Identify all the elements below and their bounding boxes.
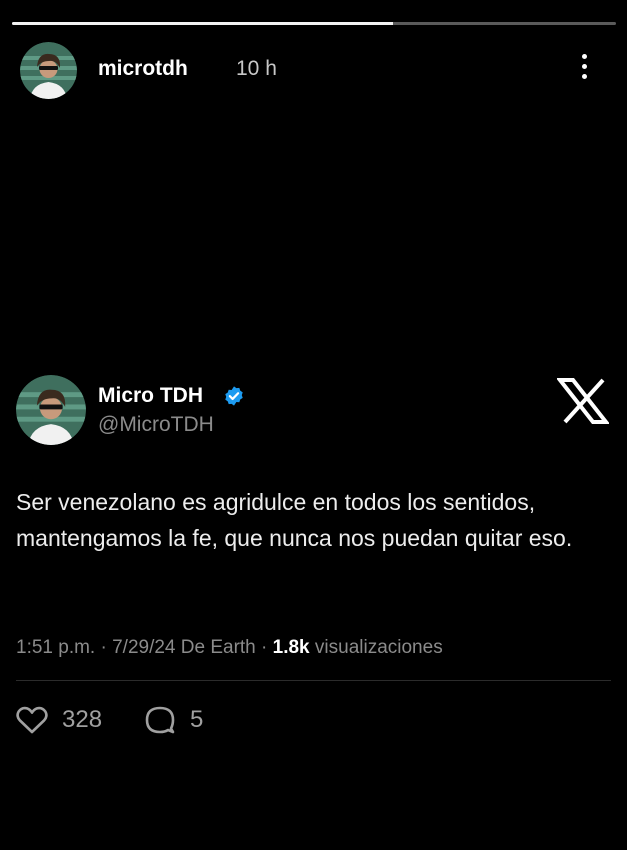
- tweet-views-label: visualizaciones: [309, 637, 443, 658]
- heart-icon: [16, 706, 48, 734]
- tweet-timestamp: 1:51 p.m. · 7/29/24 De Earth ·: [16, 637, 273, 658]
- comment-icon: [145, 706, 175, 734]
- tweet-meta: 1:51 p.m. · 7/29/24 De Earth · 1.8k visu…: [16, 637, 443, 659]
- avatar[interactable]: [20, 42, 77, 99]
- avatar: [16, 375, 86, 445]
- divider: [16, 680, 611, 681]
- x-logo-icon: [557, 378, 609, 424]
- story-progress-fill: [12, 22, 393, 25]
- verified-badge-icon: [225, 386, 243, 406]
- story-header: microtdh 10 h: [20, 42, 607, 100]
- tweet-text: Ser venezolano es agridulce en todos los…: [16, 489, 573, 551]
- like-count: 328: [62, 706, 103, 733]
- story-progress-bar: [12, 22, 616, 25]
- tweet-display-name: Micro TDH: [98, 384, 203, 407]
- story-time: 10 h: [236, 57, 277, 80]
- user-avatar-icon: [20, 42, 77, 99]
- more-vertical-icon[interactable]: [579, 54, 589, 86]
- user-avatar-icon: [16, 375, 86, 445]
- reply-button[interactable]: 5: [144, 700, 203, 740]
- reply-count: 5: [190, 706, 204, 733]
- story-username[interactable]: microtdh: [98, 57, 188, 81]
- tweet-views-count: 1.8k: [272, 637, 310, 658]
- tweet-handle: @MicroTDH: [98, 413, 214, 436]
- like-button[interactable]: 328: [16, 700, 102, 740]
- tweet-header: Micro TDH @MicroTDH: [16, 375, 611, 450]
